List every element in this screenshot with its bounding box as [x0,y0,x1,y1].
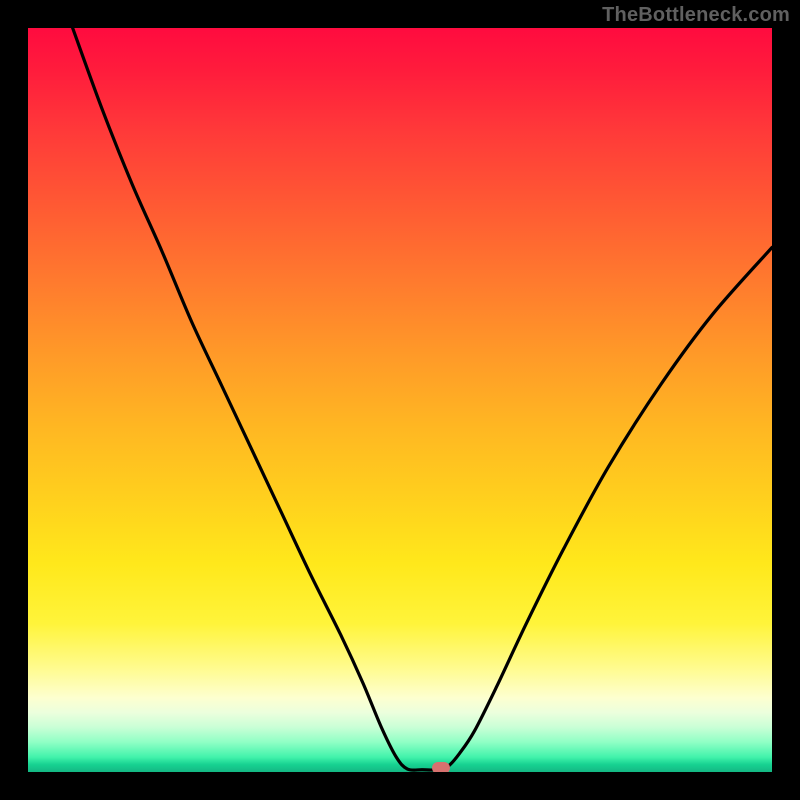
curve-path [73,28,772,770]
chart-stage: TheBottleneck.com [0,0,800,800]
watermark-text: TheBottleneck.com [602,4,790,27]
bottleneck-curve [28,28,772,772]
optimum-marker [432,762,450,772]
plot-area [28,28,772,772]
